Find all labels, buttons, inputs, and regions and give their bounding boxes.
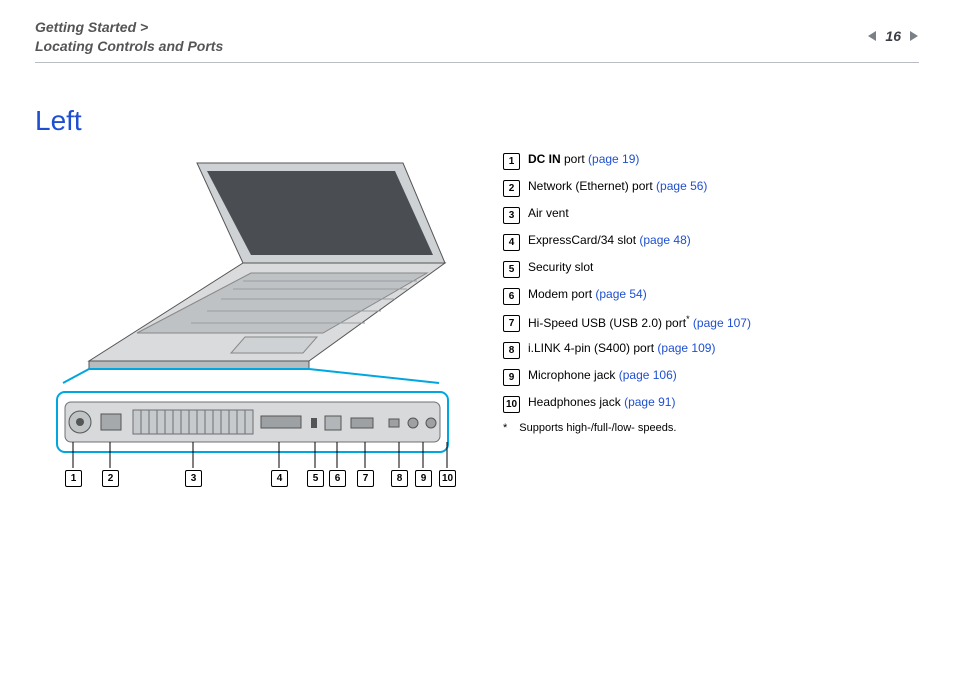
legend-text: i.LINK 4-pin (S400) port (page 109) — [528, 341, 715, 355]
legend-text: DC IN port (page 19) — [528, 152, 639, 166]
legend-text: Modem port (page 54) — [528, 287, 647, 301]
legend-row: 1 DC IN port (page 19) — [503, 152, 913, 170]
legend-row: 5 Security slot — [503, 260, 913, 278]
legend-text: Microphone jack (page 106) — [528, 368, 677, 382]
callout-number: 4 — [271, 470, 288, 487]
legend-number: 1 — [503, 153, 520, 170]
legend-row: 8 i.LINK 4-pin (S400) port (page 109) — [503, 341, 913, 359]
page-reference-link[interactable]: (page 19) — [588, 152, 639, 166]
callout-number: 8 — [391, 470, 408, 487]
breadcrumb-line1: Getting Started > — [35, 18, 223, 37]
legend-text: Network (Ethernet) port (page 56) — [528, 179, 707, 193]
next-page-arrow-icon[interactable] — [907, 30, 919, 42]
breadcrumb-line2: Locating Controls and Ports — [35, 37, 223, 56]
legend-text: Security slot — [528, 260, 593, 274]
legend-number: 5 — [503, 261, 520, 278]
legend-number: 2 — [503, 180, 520, 197]
page-reference-link[interactable]: (page 48) — [639, 233, 690, 247]
callout-number: 10 — [439, 470, 456, 487]
legend-text: Headphones jack (page 91) — [528, 395, 675, 409]
legend-row: 2 Network (Ethernet) port (page 56) — [503, 179, 913, 197]
callout-number: 3 — [185, 470, 202, 487]
legend-number: 10 — [503, 396, 520, 413]
legend-number: 3 — [503, 207, 520, 224]
legend-row: 3 Air vent — [503, 206, 913, 224]
page-reference-link[interactable]: (page 56) — [656, 179, 707, 193]
page-number: 16 — [885, 28, 901, 44]
legend-footnote: *Supports high-/full-/low- speeds. — [503, 422, 913, 434]
callout-number: 7 — [357, 470, 374, 487]
callout-number: 1 — [65, 470, 82, 487]
legend-number: 8 — [503, 342, 520, 359]
callout-number: 6 — [329, 470, 346, 487]
page-reference-link[interactable]: (page 91) — [624, 395, 675, 409]
previous-page-arrow-icon[interactable] — [867, 30, 879, 42]
callout-number: 5 — [307, 470, 324, 487]
legend-number: 4 — [503, 234, 520, 251]
legend-text: Air vent — [528, 206, 569, 220]
legend-number: 6 — [503, 288, 520, 305]
section-title: Left — [35, 105, 82, 137]
legend-number: 7 — [503, 315, 520, 332]
breadcrumb: Getting Started > Locating Controls and … — [35, 18, 223, 56]
page-reference-link[interactable]: (page 54) — [595, 287, 646, 301]
callout-number: 2 — [102, 470, 119, 487]
legend-number: 9 — [503, 369, 520, 386]
header-rule — [35, 62, 919, 63]
port-legend: 1 DC IN port (page 19) 2 Network (Ethernet)… — [503, 152, 913, 434]
callout-number: 9 — [415, 470, 432, 487]
legend-row: 7 Hi-Speed USB (USB 2.0) port* (page 107) — [503, 314, 913, 332]
pager: 16 — [867, 28, 919, 44]
page-reference-link[interactable]: (page 109) — [657, 341, 715, 355]
legend-text: ExpressCard/34 slot (page 48) — [528, 233, 691, 247]
legend-row: 6 Modem port (page 54) — [503, 287, 913, 305]
legend-text: Hi-Speed USB (USB 2.0) port* (page 107) — [528, 314, 751, 330]
legend-row: 9 Microphone jack (page 106) — [503, 368, 913, 386]
page-reference-link[interactable]: (page 106) — [619, 368, 677, 382]
laptop-perspective-illustration — [55, 155, 450, 385]
legend-row: 10 Headphones jack (page 91) — [503, 395, 913, 413]
page-reference-link[interactable]: (page 107) — [693, 316, 751, 330]
legend-row: 4 ExpressCard/34 slot (page 48) — [503, 233, 913, 251]
